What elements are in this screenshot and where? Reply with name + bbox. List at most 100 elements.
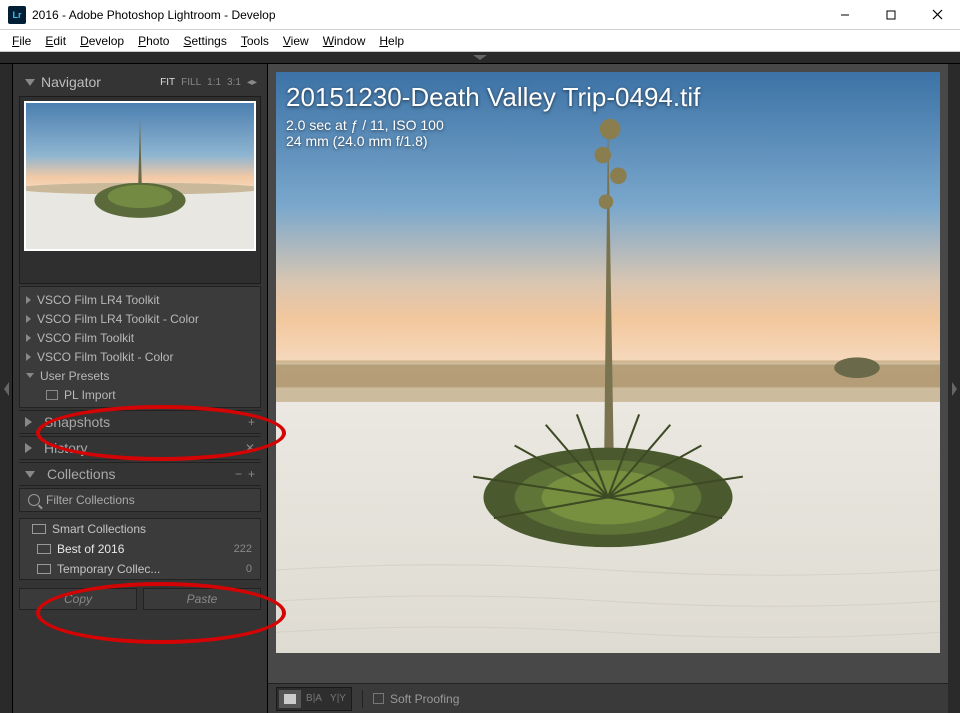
presets-tree: VSCO Film LR4 Toolkit VSCO Film LR4 Tool…: [19, 286, 261, 408]
main-photo: [276, 72, 940, 653]
snapshots-label: Snapshots: [44, 414, 110, 430]
left-edge-handle[interactable]: [0, 64, 12, 713]
copy-button[interactable]: Copy: [19, 588, 137, 610]
collection-label: Smart Collections: [52, 522, 146, 536]
menu-settings[interactable]: Settings: [177, 32, 232, 50]
preset-folder-label: VSCO Film Toolkit - Color: [37, 350, 173, 364]
right-edge-handle[interactable]: [948, 64, 960, 713]
collapse-button[interactable]: −: [235, 467, 242, 481]
history-header[interactable]: History ✕: [19, 436, 261, 460]
soft-proofing-checkbox[interactable]: [373, 693, 384, 704]
thumbnail-image: [26, 103, 254, 249]
image-info-overlay: 20151230-Death Valley Trip-0494.tif 2.0 …: [286, 82, 700, 149]
zoom-3-1[interactable]: 3:1: [227, 77, 241, 88]
menu-help[interactable]: Help: [373, 32, 410, 50]
image-area: 20151230-Death Valley Trip-0494.tif 2.0 …: [268, 64, 948, 713]
disclosure-triangle-icon: [26, 373, 34, 378]
clear-history-button[interactable]: ✕: [245, 441, 255, 455]
menu-view[interactable]: View: [277, 32, 315, 50]
chevron-left-icon: [952, 382, 957, 396]
preset-item[interactable]: PL Import: [20, 385, 260, 404]
add-collection-button[interactable]: +: [248, 467, 255, 481]
copy-paste-row: Copy Paste: [19, 588, 261, 610]
snapshots-header[interactable]: Snapshots +: [19, 410, 261, 434]
preset-folder-label: VSCO Film Toolkit: [37, 331, 134, 345]
preset-folder-open[interactable]: User Presets: [20, 366, 260, 385]
disclosure-triangle-icon: [25, 417, 32, 427]
top-panel-toggle[interactable]: [0, 52, 960, 64]
loupe-view-button[interactable]: [279, 690, 301, 708]
collection-item-temp[interactable]: Temporary Collec... 0: [20, 559, 260, 579]
filter-collections-input[interactable]: Filter Collections: [19, 488, 261, 512]
filter-placeholder: Filter Collections: [46, 493, 135, 507]
disclosure-triangle-icon: [25, 79, 35, 86]
preset-folder-label: VSCO Film LR4 Toolkit: [37, 293, 159, 307]
soft-proofing-label: Soft Proofing: [390, 692, 459, 706]
disclosure-triangle-icon: [25, 443, 32, 453]
menubar: File Edit Develop Photo Settings Tools V…: [0, 30, 960, 52]
menu-tools[interactable]: Tools: [235, 32, 275, 50]
zoom-1-1[interactable]: 1:1: [207, 77, 221, 88]
collection-set-icon: [37, 544, 51, 554]
zoom-more-icon[interactable]: ◂▸: [247, 77, 257, 88]
app-badge: Lr: [8, 6, 26, 24]
before-after-lr-button[interactable]: B|A: [303, 690, 325, 708]
app-body: Navigator FIT FILL 1:1 3:1 ◂▸: [0, 52, 960, 713]
image-canvas[interactable]: 20151230-Death Valley Trip-0494.tif 2.0 …: [276, 72, 940, 675]
collection-item-smart[interactable]: Smart Collections: [20, 519, 260, 539]
navigator-header[interactable]: Navigator FIT FILL 1:1 3:1 ◂▸: [19, 70, 261, 94]
disclosure-triangle-icon: [26, 334, 31, 342]
disclosure-triangle-icon: [25, 471, 35, 478]
preset-folder[interactable]: VSCO Film LR4 Toolkit: [20, 290, 260, 309]
menu-photo[interactable]: Photo: [132, 32, 175, 50]
preset-folder[interactable]: VSCO Film LR4 Toolkit - Color: [20, 309, 260, 328]
collection-count: 0: [246, 563, 254, 575]
view-mode-group: B|A Y|Y: [276, 687, 352, 711]
zoom-fill[interactable]: FILL: [181, 77, 201, 88]
preset-folder-label: User Presets: [40, 369, 109, 383]
navigator-thumbnail[interactable]: [24, 101, 256, 251]
add-snapshot-button[interactable]: +: [248, 415, 255, 429]
menu-file[interactable]: File: [6, 32, 37, 50]
chevron-right-icon: [4, 382, 9, 396]
preset-folder[interactable]: VSCO Film Toolkit - Color: [20, 347, 260, 366]
paste-button[interactable]: Paste: [143, 588, 261, 610]
image-filename: 20151230-Death Valley Trip-0494.tif: [286, 82, 700, 113]
collection-label: Temporary Collec...: [57, 562, 160, 576]
menu-window[interactable]: Window: [317, 32, 372, 50]
collection-count: 222: [234, 543, 254, 555]
preset-folder[interactable]: VSCO Film Toolkit: [20, 328, 260, 347]
left-panel: Navigator FIT FILL 1:1 3:1 ◂▸: [12, 64, 268, 713]
main-row: Navigator FIT FILL 1:1 3:1 ◂▸: [0, 64, 960, 713]
disclosure-triangle-icon: [26, 353, 31, 361]
image-exposure: 2.0 sec at ƒ / 11, ISO 100: [286, 117, 700, 133]
maximize-button[interactable]: [868, 0, 914, 29]
collections-header[interactable]: Collections −+: [19, 462, 261, 486]
zoom-fit[interactable]: FIT: [160, 77, 175, 88]
preset-folder-label: VSCO Film LR4 Toolkit - Color: [37, 312, 199, 326]
titlebar: Lr 2016 - Adobe Photoshop Lightroom - De…: [0, 0, 960, 30]
navigator-label: Navigator: [41, 74, 101, 90]
window-controls: [822, 0, 960, 29]
search-icon: [28, 494, 40, 506]
disclosure-triangle-icon: [26, 296, 31, 304]
collection-item-best-2016[interactable]: Best of 2016 222: [20, 539, 260, 559]
menu-edit[interactable]: Edit: [39, 32, 72, 50]
navigator-panel: [19, 96, 261, 284]
collection-label: Best of 2016: [57, 542, 124, 556]
chevron-down-icon: [473, 55, 487, 60]
image-lens: 24 mm (24.0 mm f/1.8): [286, 133, 700, 149]
preset-item-label: PL Import: [64, 388, 116, 402]
close-button[interactable]: [914, 0, 960, 29]
separator: [362, 690, 363, 708]
navigator-zoom-controls: FIT FILL 1:1 3:1 ◂▸: [160, 77, 257, 88]
window-title: 2016 - Adobe Photoshop Lightroom - Devel…: [32, 8, 822, 22]
disclosure-triangle-icon: [26, 315, 31, 323]
collection-set-icon: [37, 564, 51, 574]
menu-develop[interactable]: Develop: [74, 32, 130, 50]
smart-collection-icon: [32, 524, 46, 534]
minimize-button[interactable]: [822, 0, 868, 29]
before-after-split-button[interactable]: Y|Y: [327, 690, 349, 708]
collections-label: Collections: [47, 466, 115, 482]
develop-toolbar: B|A Y|Y Soft Proofing: [268, 683, 948, 713]
